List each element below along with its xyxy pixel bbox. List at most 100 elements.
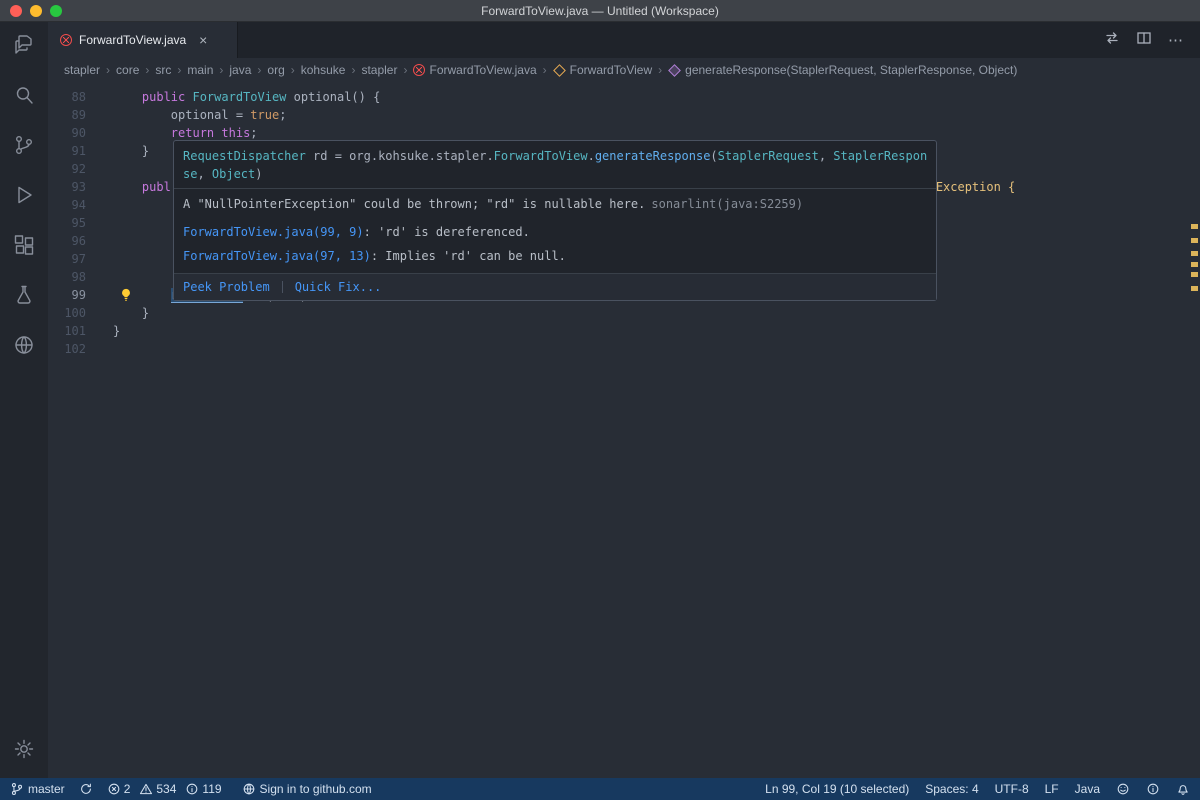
indentation-indicator[interactable]: Spaces: 4 — [925, 782, 978, 796]
line-number: 93 — [48, 178, 86, 196]
code-line[interactable]: 102 — [48, 340, 1200, 358]
breadcrumb-item[interactable]: src — [155, 63, 171, 77]
peek-problem-link[interactable]: Peek Problem — [183, 278, 270, 296]
line-number: 89 — [48, 106, 86, 124]
cursor-position[interactable]: Ln 99, Col 19 (10 selected) — [765, 782, 909, 796]
related-location: ForwardToView.java(99, 9): 'rd' is deref… — [174, 219, 936, 245]
encoding-indicator[interactable]: UTF-8 — [995, 782, 1029, 796]
gutter-space — [86, 124, 113, 142]
breadcrumb-separator: › — [218, 63, 224, 77]
source-control-icon[interactable] — [11, 132, 37, 158]
problems-indicator[interactable]: 2 534 119 — [107, 782, 228, 796]
breadcrumb-item[interactable]: generateResponse(StaplerRequest, Stapler… — [668, 63, 1017, 77]
line-number: 95 — [48, 214, 86, 232]
code-line[interactable]: 88 public ForwardToView optional() { — [48, 88, 1200, 106]
breadcrumb-separator: › — [256, 63, 262, 77]
gutter-space — [86, 322, 113, 340]
error-icon — [60, 34, 72, 46]
extensions-icon[interactable] — [11, 232, 37, 258]
code-text: } — [113, 322, 120, 340]
method-icon — [668, 64, 681, 77]
related-location-link[interactable]: ForwardToView.java(97, 13) — [183, 249, 371, 263]
globe-icon — [242, 782, 256, 796]
code-line[interactable]: 101} — [48, 322, 1200, 340]
code-line[interactable]: 89 optional = true; — [48, 106, 1200, 124]
eol-indicator[interactable]: LF — [1045, 782, 1059, 796]
code-text: } — [113, 142, 149, 160]
line-number: 90 — [48, 124, 86, 142]
line-number: 88 — [48, 88, 86, 106]
notifications-button[interactable] — [1176, 782, 1190, 796]
code-line[interactable]: 100 } — [48, 304, 1200, 322]
quick-fix-link[interactable]: Quick Fix... — [295, 278, 382, 296]
explorer-icon[interactable] — [11, 32, 37, 58]
testing-flask-icon[interactable] — [11, 282, 37, 308]
overview-ruler[interactable] — [1190, 82, 1198, 778]
feedback-button[interactable] — [1116, 782, 1130, 796]
line-number: 94 — [48, 196, 86, 214]
warning-mark — [1191, 251, 1198, 256]
gutter-space — [86, 304, 113, 322]
error-icon — [413, 64, 425, 76]
git-branch-icon — [10, 782, 24, 796]
breadcrumb-item[interactable]: main — [187, 63, 213, 77]
lightbulb-icon[interactable] — [86, 286, 113, 304]
close-window-button[interactable] — [10, 5, 22, 17]
search-icon[interactable] — [11, 82, 37, 108]
breadcrumb-item[interactable]: core — [116, 63, 139, 77]
breadcrumb-item[interactable]: kohsuke — [301, 63, 346, 77]
titlebar: ForwardToView.java — Untitled (Workspace… — [0, 0, 1200, 22]
github-globe-icon[interactable] — [11, 332, 37, 358]
tab-forwardtoview[interactable]: ForwardToView.java × — [48, 22, 238, 58]
breadcrumb-separator: › — [105, 63, 111, 77]
sync-button[interactable] — [79, 782, 93, 796]
related-locations: ForwardToView.java(99, 9): 'rd' is deref… — [174, 219, 936, 269]
language-mode[interactable]: Java — [1075, 782, 1100, 796]
code-editor[interactable]: 88 public ForwardToView optional() {89 o… — [48, 82, 1200, 778]
code-text: public ForwardToView optional() { — [113, 88, 380, 106]
run-debug-icon[interactable] — [11, 182, 37, 208]
breadcrumb-item[interactable]: ForwardToView.java — [413, 63, 536, 77]
warning-mark — [1191, 262, 1198, 267]
activity-bar — [0, 22, 48, 778]
hover-tooltip: RequestDispatcher rd = org.kohsuke.stapl… — [173, 140, 937, 301]
zoom-window-button[interactable] — [50, 5, 62, 17]
breadcrumb-separator: › — [290, 63, 296, 77]
gutter-space — [86, 160, 113, 178]
related-location-link[interactable]: ForwardToView.java(99, 9) — [183, 225, 364, 239]
traffic-lights — [10, 5, 62, 17]
editor-group: ForwardToView.java × ⋯ stapler › core › src ›… — [48, 22, 1200, 778]
hover-signature: RequestDispatcher rd = org.kohsuke.stapl… — [174, 141, 936, 188]
warning-mark — [1191, 286, 1198, 291]
close-tab-icon[interactable]: × — [199, 32, 207, 48]
diagnostic-message: A "NullPointerException" could be thrown… — [174, 188, 936, 219]
breadcrumb-item[interactable]: org — [267, 63, 284, 77]
breadcrumb-item[interactable]: java — [229, 63, 251, 77]
github-signin-button[interactable]: Sign in to github.com — [242, 782, 372, 796]
more-actions-icon[interactable]: ⋯ — [1168, 31, 1184, 49]
line-number: 97 — [48, 250, 86, 268]
class-icon — [553, 64, 566, 77]
info-icon — [1146, 782, 1160, 796]
branch-indicator[interactable]: master — [10, 782, 65, 796]
related-location: ForwardToView.java(97, 13): Implies 'rd'… — [174, 245, 936, 269]
line-number: 98 — [48, 268, 86, 286]
window-title: ForwardToView.java — Untitled (Workspace… — [0, 4, 1200, 18]
minimize-window-button[interactable] — [30, 5, 42, 17]
smiley-icon — [1116, 782, 1130, 796]
sonarlint-status[interactable] — [1146, 782, 1160, 796]
open-changes-icon[interactable] — [1104, 30, 1120, 51]
split-editor-icon[interactable] — [1136, 30, 1152, 51]
gutter-space — [86, 142, 113, 160]
breadcrumb-item[interactable]: stapler — [64, 63, 100, 77]
sync-icon — [79, 782, 93, 796]
code-text: optional = true; — [113, 106, 286, 124]
line-number: 96 — [48, 232, 86, 250]
line-number: 91 — [48, 142, 86, 160]
signature-line: RequestDispatcher rd = org.kohsuke.stapl… — [183, 147, 927, 165]
tab-label: ForwardToView.java — [79, 33, 186, 47]
settings-gear-icon[interactable] — [11, 736, 37, 762]
warning-mark — [1191, 272, 1198, 277]
breadcrumb-item[interactable]: ForwardToView — [553, 63, 652, 77]
breadcrumb-item[interactable]: stapler — [361, 63, 397, 77]
